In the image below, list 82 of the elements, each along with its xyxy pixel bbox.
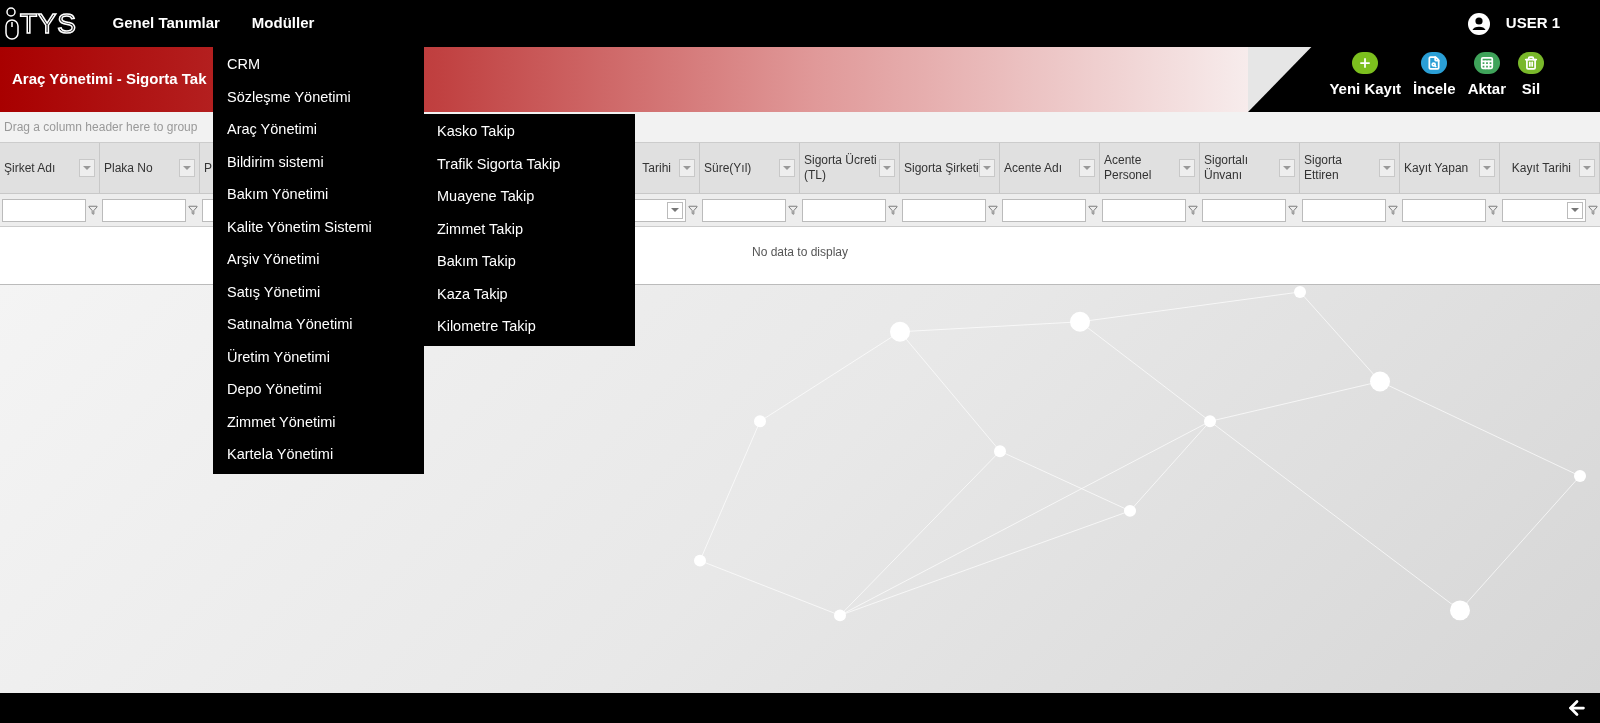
dropdown-icon[interactable] [1567,201,1583,219]
filter-field[interactable] [1302,198,1386,222]
column-header[interactable]: Süre(Yıl) [700,143,800,193]
filter-icon[interactable] [1188,205,1198,215]
sort-dropdown-icon[interactable] [179,159,195,177]
sort-dropdown-icon[interactable] [779,159,795,177]
submenu-item[interactable]: Kaza Takip [424,278,635,311]
menu-item[interactable]: Depo Yönetimi [213,374,424,407]
filter-icon[interactable] [1488,205,1498,215]
filter-field[interactable] [1502,198,1586,222]
menu-item[interactable]: Kalite Yönetim Sistemi [213,211,424,244]
filter-field[interactable] [902,198,986,222]
filter-icon[interactable] [1288,205,1298,215]
column-header[interactable]: Acente Personel [1100,143,1200,193]
menu-item[interactable]: Sözleşme Yönetimi [213,81,424,114]
user-icon [1467,12,1490,35]
dropdown-icon[interactable] [667,201,683,219]
column-header[interactable]: Kayıt Yapan [1400,143,1500,193]
filter-field[interactable] [702,198,786,222]
filter-field[interactable] [802,198,886,222]
back-arrow-icon[interactable] [1566,697,1588,719]
column-header[interactable]: Sigorta Ücreti (TL) [800,143,900,193]
column-header[interactable]: Kayıt Tarihi [1500,143,1600,193]
filter-icon[interactable] [988,205,998,215]
sort-dropdown-icon[interactable] [1179,159,1195,177]
sort-dropdown-icon[interactable] [79,159,95,177]
column-header[interactable]: Sigorta Ettiren [1300,143,1400,193]
menu-item[interactable]: Araç Yönetimi [213,114,424,147]
column-header[interactable]: Sigortalı Ünvanı [1200,143,1300,193]
filter-icon[interactable] [188,205,198,215]
column-header[interactable]: Plaka No [100,143,200,193]
empty-message: No data to display [751,243,849,261]
filter-field[interactable] [2,198,86,222]
submenu-item[interactable]: Kilometre Takip [424,311,635,344]
menu-item[interactable]: Zimmet Yönetimi [213,406,424,439]
user-name: USER 1 [1505,13,1560,34]
page-title: Araç Yönetimi - Sigorta Tak [12,69,207,90]
sort-dropdown-icon[interactable] [1079,159,1095,177]
filter-icon[interactable] [1588,205,1598,215]
sort-dropdown-icon[interactable] [1579,159,1595,177]
column-header[interactable]: Şirket Adı [0,143,100,193]
mouse-logo-icon [4,6,20,41]
filter-icon[interactable] [888,205,898,215]
nav-link[interactable]: Modüller [251,12,315,35]
filter-field[interactable] [1002,198,1086,222]
group-hint: Drag a column header here to group [4,119,198,136]
toolbar-button[interactable]: İncele [1413,51,1456,100]
menu-item[interactable]: Arşiv Yönetimi [213,244,424,277]
plus-icon [1352,51,1379,74]
toolbar-button[interactable]: Yeni Kayıt [1329,51,1402,100]
filter-field[interactable] [102,198,186,222]
toolbar-button[interactable]: Sil [1518,51,1544,100]
nav-link[interactable]: Genel Tanımlar [112,12,220,35]
menu-item[interactable]: CRM [213,49,424,82]
filter-icon[interactable] [1088,205,1098,215]
column-header[interactable]: Sigorta Şirketi [900,143,1000,193]
sort-dropdown-icon[interactable] [679,159,695,177]
filter-icon[interactable] [688,205,698,215]
toolbar-button[interactable]: Aktar [1467,51,1506,100]
sort-dropdown-icon[interactable] [1379,159,1395,177]
sort-dropdown-icon[interactable] [979,159,995,177]
menu-item[interactable]: Kartela Yönetimi [213,439,424,472]
sort-dropdown-icon[interactable] [879,159,895,177]
filter-icon[interactable] [788,205,798,215]
sort-dropdown-icon[interactable] [1279,159,1295,177]
sort-dropdown-icon[interactable] [1479,159,1495,177]
trash-icon [1518,51,1544,74]
menu-item[interactable]: Bakım Yönetimi [213,179,424,212]
search-icon [1421,51,1448,74]
submenu-item[interactable]: Zimmet Takip [424,213,635,246]
filter-field[interactable] [1402,198,1486,222]
menu-item[interactable]: Satınalma Yönetimi [213,309,424,342]
menu-item[interactable]: Satış Yönetimi [213,276,424,309]
menu-item[interactable]: Bildirim sistemi [213,146,424,179]
filter-icon[interactable] [88,205,98,215]
spreadsheet-icon [1473,51,1500,74]
column-header[interactable]: Acente Adı [1000,143,1100,193]
filter-field[interactable] [1102,198,1186,222]
menu-item[interactable]: Üretim Yönetimi [213,341,424,374]
submenu-item[interactable]: Bakım Takip [424,246,635,279]
filter-field[interactable] [1202,198,1286,222]
filter-icon[interactable] [1388,205,1398,215]
